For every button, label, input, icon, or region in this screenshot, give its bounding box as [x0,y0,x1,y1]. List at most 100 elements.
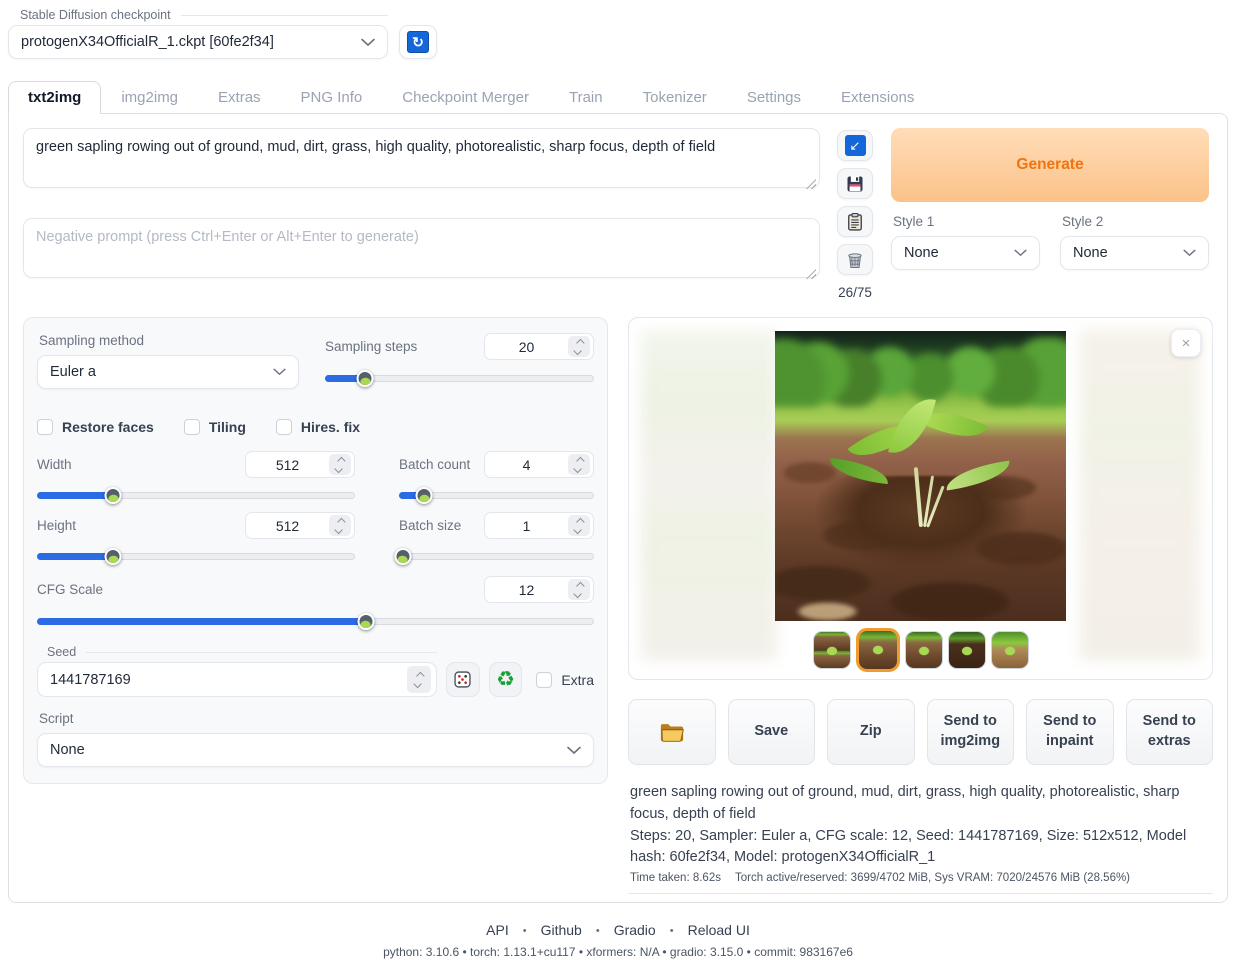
stepper-icon[interactable] [568,515,590,536]
batch-size-input[interactable] [485,518,568,534]
send-to-inpaint-button[interactable]: Send to inpaint [1026,699,1114,765]
tab-img2img[interactable]: img2img [101,81,198,113]
seed-input[interactable] [50,672,407,688]
stepper-icon[interactable] [568,336,590,357]
restore-faces-checkbox[interactable]: Restore faces [37,419,154,435]
tab-train[interactable]: Train [549,81,623,113]
floppy-disk-icon [845,174,865,194]
slider-thumb[interactable] [357,370,374,387]
slider-thumb[interactable] [105,548,122,565]
info-params-text: Steps: 20, Sampler: Euler a, CFG scale: … [630,826,1211,870]
main-tabs: txt2img img2img Extras PNG Info Checkpoi… [8,81,1236,113]
sampling-steps-input[interactable] [485,339,568,355]
height-input[interactable] [246,518,329,534]
generate-column: Generate Style 1 None Style 2 None [891,128,1209,300]
open-folder-button[interactable] [628,699,716,765]
batch-count-slider[interactable] [399,487,594,503]
style1-value: None [904,245,939,261]
version-info: python: 3.10.6 • torch: 1.13.1+cu117 • x… [0,945,1236,959]
clear-prompt-button[interactable] [837,244,873,275]
save-button[interactable]: Save [728,699,816,765]
width-slider[interactable] [37,487,355,503]
slider-thumb[interactable] [357,613,374,630]
thumbnail-3[interactable] [905,631,943,669]
close-gallery-button[interactable]: × [1171,329,1201,357]
generated-image[interactable] [775,331,1066,621]
time-taken-text: Time taken: 8.62s [630,872,721,884]
extra-label: Extra [561,672,594,688]
random-seed-button[interactable] [446,662,480,697]
slider-thumb[interactable] [105,487,122,504]
height-slider[interactable] [37,548,355,564]
thumbnail-4[interactable] [948,631,986,669]
script-dropdown[interactable]: None [37,733,594,767]
image-trees-blur [775,337,1066,407]
sampling-steps-label: Sampling steps [325,339,417,354]
width-group: Width [37,451,355,503]
stepper-icon[interactable] [568,454,590,475]
batch-count-input[interactable] [485,457,568,473]
paste-generation-params-button[interactable]: ↙ [837,130,873,161]
reuse-seed-button[interactable]: ♻ [489,662,523,697]
negative-prompt-input[interactable] [23,218,820,278]
cfg-scale-slider[interactable] [37,613,594,629]
cfg-scale-label: CFG Scale [37,582,103,597]
gallery-thumbnails [629,628,1212,672]
tab-settings[interactable]: Settings [727,81,821,113]
tab-png-info[interactable]: PNG Info [281,81,383,113]
api-link[interactable]: API [486,922,509,938]
hires-fix-checkbox[interactable]: Hires. fix [276,419,360,435]
stepper-icon[interactable] [407,666,431,693]
output-column: × [628,317,1213,894]
apply-style-button[interactable] [837,206,873,237]
batch-count-group: Batch count [399,451,594,503]
reload-ui-link[interactable]: Reload UI [688,922,750,938]
stepper-icon[interactable] [329,515,351,536]
info-prompt-text: green sapling rowing out of ground, mud,… [630,782,1211,826]
thumbnail-2-selected[interactable] [856,628,900,672]
slider-thumb[interactable] [394,548,411,565]
send-to-img2img-button[interactable]: Send to img2img [927,699,1015,765]
github-link[interactable]: Github [541,922,582,938]
dice-icon [452,669,473,690]
clipboard-icon [845,212,865,232]
folder-icon [659,721,685,743]
script-group: Script None [37,711,594,767]
sampling-steps-slider[interactable] [325,370,594,386]
style1-label: Style 1 [893,214,1040,229]
refresh-checkpoint-button[interactable]: ↻ [399,25,437,59]
checkpoint-dropdown-group: Stable Diffusion checkpoint protogenX34O… [8,8,388,59]
tab-txt2img[interactable]: txt2img [8,81,101,114]
negative-prompt-wrap [23,218,820,283]
tab-extras[interactable]: Extras [198,81,281,113]
prompt-input[interactable]: green sapling rowing out of ground, mud,… [23,128,820,188]
tab-tokenizer[interactable]: Tokenizer [623,81,727,113]
style1-dropdown[interactable]: None [891,236,1040,270]
thumbnail-1[interactable] [813,631,851,669]
batch-size-slider[interactable] [399,548,594,564]
tab-extensions[interactable]: Extensions [821,81,934,113]
sampling-method-dropdown[interactable]: Euler a [37,355,299,389]
tab-checkpoint-merger[interactable]: Checkpoint Merger [382,81,549,113]
thumbnail-5[interactable] [991,631,1029,669]
gallery-ghost-right [1080,330,1200,660]
stepper-icon[interactable] [568,579,590,600]
txt2img-panel: green sapling rowing out of ground, mud,… [8,113,1228,903]
gradio-link[interactable]: Gradio [614,922,656,938]
cfg-scale-input[interactable] [485,582,568,598]
slider-thumb[interactable] [416,487,433,504]
sampling-steps-field [484,333,594,360]
checkpoint-dropdown[interactable]: protogenX34OfficialR_1.ckpt [60fe2f34] [8,25,388,59]
save-style-button[interactable] [837,168,873,199]
extra-seed-checkbox[interactable]: Extra [536,672,594,688]
generate-button[interactable]: Generate [891,128,1209,202]
zip-button[interactable]: Zip [827,699,915,765]
tiling-checkbox[interactable]: Tiling [184,419,246,435]
width-input[interactable] [246,457,329,473]
style2-dropdown[interactable]: None [1060,236,1209,270]
settings-card: Sampling method Euler a Sampling steps [23,317,608,784]
dot-separator: • [670,925,674,937]
send-to-extras-button[interactable]: Send to extras [1126,699,1214,765]
paste-arrow-icon: ↙ [845,135,866,156]
stepper-icon[interactable] [329,454,351,475]
